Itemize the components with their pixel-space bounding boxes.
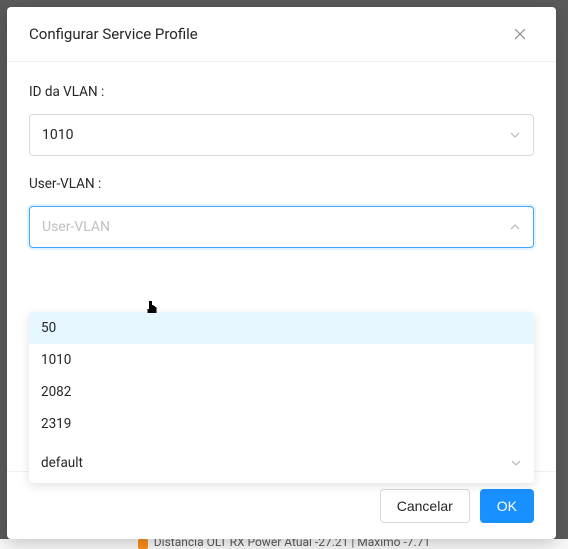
dropdown-option[interactable]: 50 — [29, 312, 534, 344]
close-icon — [514, 28, 526, 40]
dropdown-option-label: 1010 — [41, 352, 71, 368]
modal-body: ID da VLAN : 1010 User-VLAN : User-VLAN … — [7, 62, 556, 471]
dropdown-option[interactable]: 2319 — [29, 408, 534, 440]
vlan-id-label: ID da VLAN : — [29, 84, 534, 100]
dropdown-option-label: 2082 — [41, 384, 71, 400]
user-vlan-field: User-VLAN : User-VLAN — [29, 176, 534, 248]
dropdown-option[interactable]: 1010 — [29, 344, 534, 376]
user-vlan-select[interactable]: User-VLAN — [29, 206, 534, 248]
chevron-down-icon — [510, 457, 522, 469]
dropdown-option-label: 2319 — [41, 416, 71, 432]
modal-title: Configurar Service Profile — [29, 25, 198, 43]
user-vlan-dropdown: 50 1010 2082 2319 default — [29, 312, 534, 483]
status-dot-icon — [138, 539, 148, 549]
dropdown-option-label: 50 — [41, 320, 56, 336]
user-vlan-label: User-VLAN : — [29, 176, 534, 192]
ok-button[interactable]: OK — [480, 489, 534, 523]
close-button[interactable] — [506, 20, 534, 48]
vlan-id-select[interactable]: 1010 — [29, 114, 534, 156]
cancel-label: Cancelar — [397, 498, 453, 514]
profile-select-visible[interactable]: default — [29, 441, 534, 483]
vlan-id-field: ID da VLAN : 1010 — [29, 84, 534, 156]
chevron-up-icon — [509, 221, 521, 233]
user-vlan-placeholder: User-VLAN — [42, 219, 509, 235]
profile-value: default — [41, 455, 510, 471]
background-status-text: Distância OLT RX Power Atual -27.21 | Má… — [154, 539, 430, 549]
modal-header: Configurar Service Profile — [7, 7, 556, 62]
cancel-button[interactable]: Cancelar — [380, 489, 470, 523]
service-profile-modal: Configurar Service Profile ID da VLAN : … — [7, 7, 556, 539]
vlan-id-value: 1010 — [42, 127, 509, 143]
background-status-bar: Distância OLT RX Power Atual -27.21 | Má… — [0, 539, 568, 549]
ok-label: OK — [497, 498, 517, 514]
dropdown-option[interactable]: 2082 — [29, 376, 534, 408]
chevron-down-icon — [509, 129, 521, 141]
